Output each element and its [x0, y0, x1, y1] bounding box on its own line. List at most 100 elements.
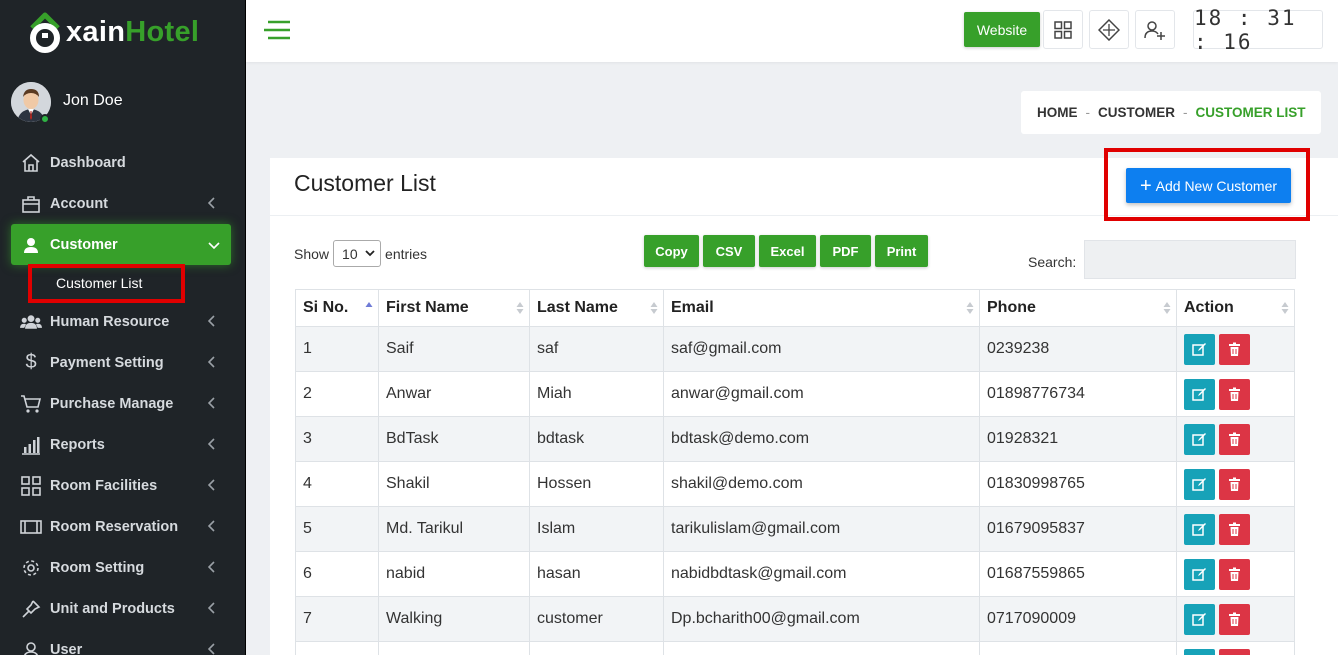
chevron-left-icon: [207, 397, 216, 413]
sidebar-item-account[interactable]: Account: [0, 183, 246, 224]
website-button[interactable]: Website: [964, 12, 1040, 47]
table-header-row: Si No. First Name Last Name Email Phone: [295, 289, 1295, 327]
add-user-button[interactable]: [1135, 10, 1175, 49]
chevron-left-icon: [207, 197, 216, 213]
sort-icon: [1163, 302, 1171, 314]
edit-button[interactable]: [1184, 423, 1215, 455]
delete-button[interactable]: [1219, 378, 1250, 410]
delete-button[interactable]: [1219, 648, 1250, 655]
grid-icon: [20, 475, 42, 497]
breadcrumb-customer[interactable]: CUSTOMER: [1098, 105, 1175, 120]
sidebar-subitem-customer-list[interactable]: Customer List: [0, 264, 246, 303]
user-profile[interactable]: Jon Doe: [11, 82, 123, 122]
sidebar-item-label: Room Setting: [50, 559, 145, 576]
sidebar-item-payment-setting[interactable]: $ Payment Setting: [0, 342, 246, 383]
sidebar-item-reports[interactable]: Reports: [0, 424, 246, 465]
cell-phone: 01679095837: [979, 506, 1177, 552]
edit-button[interactable]: [1184, 468, 1215, 500]
sidebar-item-user[interactable]: User: [0, 629, 246, 655]
delete-button[interactable]: [1219, 333, 1250, 365]
trash-icon: [1228, 342, 1241, 357]
trash-icon: [1228, 567, 1241, 582]
chevron-left-icon: [207, 356, 216, 372]
sidebar-item-customer[interactable]: Customer: [11, 224, 231, 265]
menu-toggle-icon[interactable]: [262, 20, 292, 40]
cell-action: [1176, 551, 1295, 597]
add-new-customer-button[interactable]: + Add New Customer: [1126, 168, 1291, 203]
column-header-first-name[interactable]: First Name: [378, 289, 530, 327]
chevron-left-icon: [207, 520, 216, 536]
apps-grid-button[interactable]: [1043, 10, 1083, 49]
cell-phone: [979, 641, 1177, 655]
csv-button[interactable]: CSV: [703, 235, 755, 267]
table-body: 1 Saif saf saf@gmail.com 0239238 2 Anwar Miah an…: [295, 326, 1295, 655]
sidebar-item-room-reservation[interactable]: Room Reservation: [0, 506, 246, 547]
column-header-label: Action: [1184, 299, 1234, 316]
delete-button[interactable]: [1219, 513, 1250, 545]
sidebar-item-human-resource[interactable]: Human Resource: [0, 301, 246, 342]
export-buttons: Copy CSV Excel PDF Print: [644, 235, 928, 267]
cell-si-no: 3: [295, 416, 379, 462]
column-header-email[interactable]: Email: [663, 289, 980, 327]
sort-icon: [516, 302, 524, 314]
cell-phone: 01687559865: [979, 551, 1177, 597]
edit-button[interactable]: [1184, 333, 1215, 365]
table-row: 2 Anwar Miah anwar@gmail.com 01898776734: [295, 371, 1295, 417]
column-header-si-no[interactable]: Si No.: [295, 289, 379, 327]
page-size-select[interactable]: 10: [333, 240, 382, 267]
cell-email: nabidbdtask@gmail.com: [663, 551, 980, 597]
cell-action: [1176, 506, 1295, 552]
brand-logo[interactable]: xainHotel: [26, 8, 199, 56]
delete-button[interactable]: [1219, 468, 1250, 500]
cell-email: shakil@demo.com: [663, 461, 980, 507]
delete-button[interactable]: [1219, 423, 1250, 455]
edit-button[interactable]: [1184, 558, 1215, 590]
cell-first-name: nabid: [378, 551, 530, 597]
column-header-label: Phone: [987, 299, 1036, 316]
sidebar-item-label: Account: [50, 195, 108, 212]
sidebar-item-label: Payment Setting: [50, 354, 164, 371]
chevron-down-icon: [365, 250, 375, 257]
search-input[interactable]: [1084, 240, 1296, 279]
print-button[interactable]: Print: [875, 235, 928, 267]
sidebar-item-unit-and-products[interactable]: Unit and Products: [0, 588, 246, 629]
cell-email: Dp.bcharith00@gmail.com: [663, 596, 980, 642]
edit-button[interactable]: [1184, 648, 1215, 655]
sidebar-item-label: Room Facilities: [50, 477, 158, 494]
pdf-button[interactable]: PDF: [820, 235, 871, 267]
column-header-label: Email: [671, 299, 714, 316]
sidebar-item-dashboard[interactable]: Dashboard: [0, 142, 246, 183]
edit-button[interactable]: [1184, 378, 1215, 410]
cell-last-name: Islam: [529, 506, 664, 552]
cell-email: [663, 641, 980, 655]
edit-button[interactable]: [1184, 603, 1215, 635]
breadcrumb-home[interactable]: HOME: [1037, 105, 1078, 120]
sidebar-item-purchase-manage[interactable]: Purchase Manage: [0, 383, 246, 424]
cell-email: saf@gmail.com: [663, 326, 980, 372]
dollar-icon: $: [25, 351, 37, 373]
sort-asc-icon: [365, 302, 373, 307]
cell-si-no: 6: [295, 551, 379, 597]
chevron-left-icon: [207, 438, 216, 454]
logo-house-icon: [26, 10, 64, 54]
delete-button[interactable]: [1219, 558, 1250, 590]
fullscreen-button[interactable]: [1089, 10, 1129, 49]
users-icon: [20, 311, 42, 333]
sidebar-item-room-setting[interactable]: Room Setting: [0, 547, 246, 588]
delete-button[interactable]: [1219, 603, 1250, 635]
sidebar-item-label: Room Reservation: [50, 518, 179, 535]
bar-chart-icon: [20, 434, 42, 456]
column-header-last-name[interactable]: Last Name: [529, 289, 664, 327]
edit-button[interactable]: [1184, 513, 1215, 545]
chevron-left-icon: [207, 479, 216, 495]
edit-icon: [1192, 387, 1207, 402]
sidebar-item-room-facilities[interactable]: Room Facilities: [0, 465, 246, 506]
column-header-phone[interactable]: Phone: [979, 289, 1177, 327]
excel-button[interactable]: Excel: [759, 235, 816, 267]
add-new-customer-label: Add New Customer: [1155, 177, 1278, 194]
cell-action: [1176, 371, 1295, 417]
column-header-action[interactable]: Action: [1176, 289, 1295, 327]
copy-button[interactable]: Copy: [644, 235, 699, 267]
sort-icon: [966, 302, 974, 314]
sidebar-item-label: Reports: [50, 436, 105, 453]
